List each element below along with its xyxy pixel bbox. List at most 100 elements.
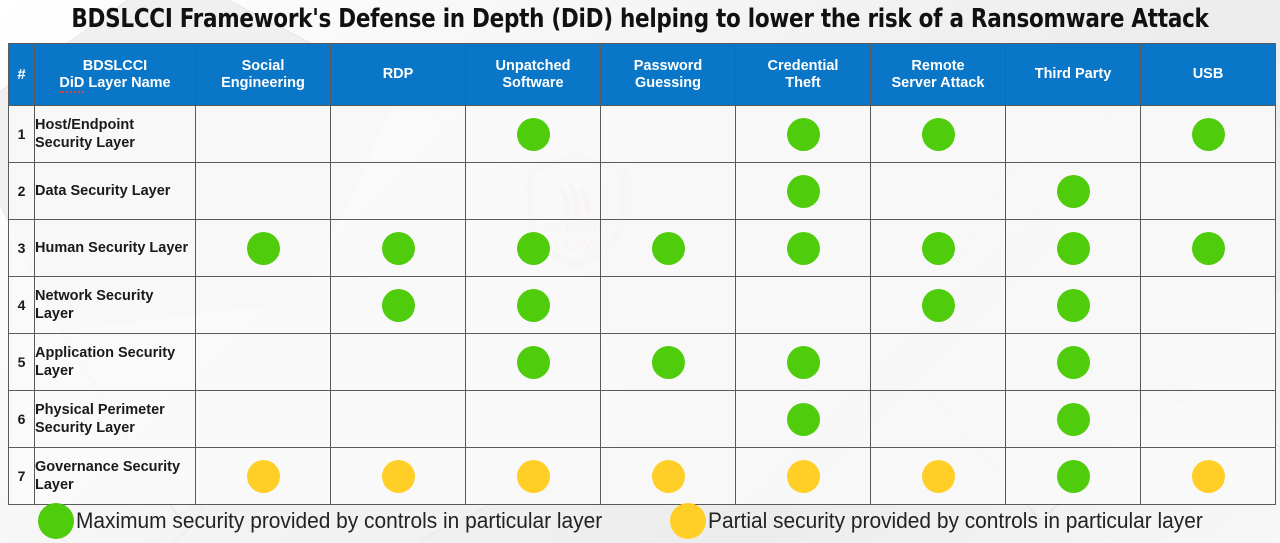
header-vector-4-line2: Theft bbox=[785, 74, 821, 91]
coverage-cell bbox=[600, 333, 736, 391]
coverage-cell bbox=[1005, 276, 1141, 334]
header-vector-1-line1: RDP bbox=[382, 66, 414, 82]
no-coverage-placeholder bbox=[1192, 346, 1225, 379]
coverage-cell bbox=[870, 390, 1006, 448]
coverage-cell bbox=[195, 162, 331, 220]
maximum-security-dot-icon bbox=[786, 174, 820, 208]
did-coverage-matrix: # BDSLCCI DiD Layer Name Social Engineer… bbox=[8, 43, 1276, 505]
header-vector-5-line2: Server Attack bbox=[891, 74, 985, 91]
maximum-security-dot-icon bbox=[1056, 174, 1090, 208]
coverage-cell bbox=[1140, 447, 1276, 505]
maximum-security-dot-icon bbox=[1191, 117, 1225, 151]
matrix-body: 1 Host/Endpoint Security Layer 2 Data Secur… bbox=[8, 105, 1276, 505]
row-layer-name: Governance Security Layer bbox=[34, 447, 196, 505]
partial-security-dot-icon bbox=[651, 459, 685, 493]
row-layer-name: Host/Endpoint Security Layer bbox=[34, 105, 196, 163]
coverage-cell bbox=[1005, 162, 1141, 220]
coverage-cell bbox=[735, 219, 871, 277]
legend-yellow-dot-icon bbox=[669, 502, 706, 539]
partial-security-dot-icon bbox=[516, 459, 550, 493]
maximum-security-dot-icon bbox=[1056, 459, 1090, 493]
no-coverage-placeholder bbox=[652, 175, 685, 208]
header-vector-0-line1: Social bbox=[241, 57, 285, 74]
no-coverage-placeholder bbox=[652, 289, 685, 322]
no-coverage-placeholder bbox=[652, 118, 685, 151]
coverage-cell bbox=[600, 276, 736, 334]
coverage-cell bbox=[600, 162, 736, 220]
header-vector-2-line1: Unpatched bbox=[495, 57, 571, 74]
row-number: 6 bbox=[8, 390, 35, 448]
no-coverage-placeholder bbox=[247, 346, 280, 379]
page-title: BDSLCCI Framework's Defense in Depth (Di… bbox=[71, 4, 1209, 34]
coverage-cell bbox=[465, 219, 601, 277]
maximum-security-dot-icon bbox=[786, 345, 820, 379]
coverage-cell bbox=[870, 162, 1006, 220]
header-vector-2-line2: Software bbox=[502, 74, 564, 91]
coverage-cell bbox=[1005, 447, 1141, 505]
no-coverage-placeholder bbox=[652, 403, 685, 436]
coverage-cell bbox=[870, 219, 1006, 277]
header-number: # bbox=[8, 43, 35, 106]
maximum-security-dot-icon bbox=[1056, 345, 1090, 379]
coverage-cell bbox=[1140, 162, 1276, 220]
header-vector-5: Remote Server Attack bbox=[870, 43, 1006, 106]
table-row: 1 Host/Endpoint Security Layer bbox=[8, 105, 1276, 163]
coverage-cell bbox=[1005, 105, 1141, 163]
table-row: 5 Application Security Layer bbox=[8, 333, 1276, 391]
coverage-cell bbox=[600, 105, 736, 163]
header-vector-1: RDP bbox=[330, 43, 466, 106]
header-vector-4: Credential Theft bbox=[735, 43, 871, 106]
coverage-cell bbox=[600, 447, 736, 505]
coverage-cell bbox=[735, 276, 871, 334]
maximum-security-dot-icon bbox=[921, 117, 955, 151]
coverage-cell bbox=[1140, 276, 1276, 334]
header-layer-rest: Layer Name bbox=[88, 74, 171, 91]
maximum-security-dot-icon bbox=[381, 288, 415, 322]
maximum-security-dot-icon bbox=[1056, 288, 1090, 322]
coverage-cell bbox=[330, 333, 466, 391]
coverage-cell bbox=[195, 219, 331, 277]
no-coverage-placeholder bbox=[247, 175, 280, 208]
partial-security-dot-icon bbox=[786, 459, 820, 493]
coverage-cell bbox=[1140, 390, 1276, 448]
legend-partial-label: Partial security provided by controls in… bbox=[707, 507, 1203, 533]
row-number: 7 bbox=[8, 447, 35, 505]
header-vector-3-line1: Password bbox=[633, 57, 703, 74]
matrix-table: # BDSLCCI DiD Layer Name Social Engineer… bbox=[8, 43, 1276, 505]
table-row: 3 Human Security Layer bbox=[8, 219, 1276, 277]
header-vector-2: Unpatched Software bbox=[465, 43, 601, 106]
coverage-cell bbox=[330, 219, 466, 277]
coverage-cell bbox=[195, 447, 331, 505]
coverage-cell bbox=[870, 447, 1006, 505]
coverage-cell bbox=[735, 105, 871, 163]
row-number: 1 bbox=[8, 105, 35, 163]
coverage-cell bbox=[465, 105, 601, 163]
maximum-security-dot-icon bbox=[1056, 231, 1090, 265]
header-vector-4-line1: Credential bbox=[767, 57, 839, 74]
no-coverage-placeholder bbox=[382, 403, 415, 436]
no-coverage-placeholder bbox=[382, 175, 415, 208]
maximum-security-dot-icon bbox=[921, 288, 955, 322]
header-vector-0: Social Engineering bbox=[195, 43, 331, 106]
maximum-security-dot-icon bbox=[786, 231, 820, 265]
partial-security-dot-icon bbox=[381, 459, 415, 493]
maximum-security-dot-icon bbox=[651, 345, 685, 379]
no-coverage-placeholder bbox=[517, 403, 550, 436]
coverage-cell bbox=[330, 447, 466, 505]
coverage-cell bbox=[1005, 390, 1141, 448]
table-row: 7 Governance Security Layer bbox=[8, 447, 1276, 505]
partial-security-dot-icon bbox=[246, 459, 280, 493]
no-coverage-placeholder bbox=[922, 403, 955, 436]
no-coverage-placeholder bbox=[922, 175, 955, 208]
coverage-cell bbox=[1140, 105, 1276, 163]
coverage-cell bbox=[330, 276, 466, 334]
no-coverage-placeholder bbox=[382, 346, 415, 379]
no-coverage-placeholder bbox=[247, 289, 280, 322]
header-vector-0-line2: Engineering bbox=[221, 74, 305, 91]
table-row: 2 Data Security Layer bbox=[8, 162, 1276, 220]
maximum-security-dot-icon bbox=[1191, 231, 1225, 265]
coverage-cell bbox=[465, 162, 601, 220]
no-coverage-placeholder bbox=[1192, 175, 1225, 208]
coverage-cell bbox=[195, 390, 331, 448]
header-vector-6-line1: Third Party bbox=[1034, 66, 1112, 82]
